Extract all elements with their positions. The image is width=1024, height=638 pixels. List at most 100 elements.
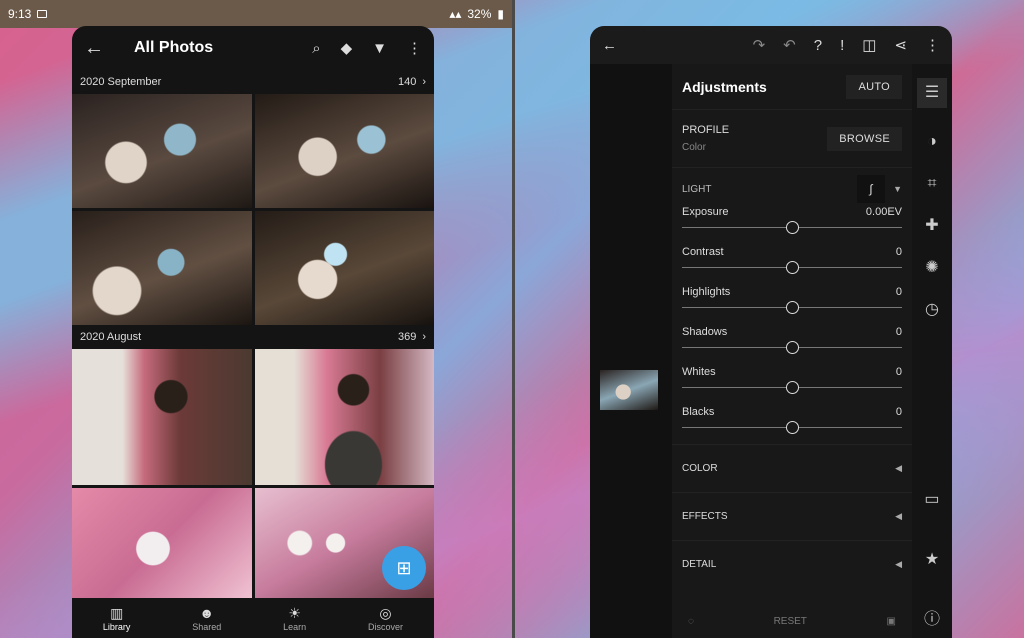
- section-label: COLOR: [682, 463, 718, 474]
- editor-top-bar: ← ↷ ↶ ? ! ◫ ⋖ ⋮: [590, 26, 952, 64]
- nav-learn[interactable]: ☀ Learn: [283, 606, 306, 632]
- history-icon[interactable]: ◷: [925, 302, 939, 318]
- bell-icon[interactable]: ◆: [341, 41, 353, 56]
- auto-button[interactable]: AUTO: [846, 74, 902, 99]
- search-icon[interactable]: ⌕: [312, 41, 320, 56]
- filmstrip: [590, 64, 672, 638]
- section-header-august[interactable]: 2020 August 369 ›: [72, 325, 434, 349]
- slider-label: Whites: [682, 366, 716, 378]
- healing-icon[interactable]: ✚: [925, 218, 938, 234]
- slider-label: Contrast: [682, 246, 724, 258]
- nav-library[interactable]: ▥ Library: [103, 606, 131, 632]
- filmstrip-thumbnail[interactable]: [600, 370, 658, 410]
- slider-knob[interactable]: [786, 221, 799, 234]
- slider-shadows[interactable]: Shadows 0: [682, 324, 902, 364]
- photo-thumbnail[interactable]: [254, 94, 434, 208]
- more-options-icon[interactable]: ⋮: [407, 41, 422, 56]
- section-header-september[interactable]: 2020 September 140 ›: [72, 70, 434, 94]
- tone-curve-button[interactable]: ∫: [857, 175, 886, 203]
- library-panel: ← All Photos ⌕ ◆ ▼ ⋮ 2020 September 140 ›…: [72, 26, 434, 638]
- slider-knob[interactable]: [786, 301, 799, 314]
- status-time: 9:13: [8, 7, 32, 21]
- expand-arrow-icon: ◀: [895, 463, 902, 473]
- section-count: 140: [397, 76, 417, 88]
- more-options-icon[interactable]: ⋮: [925, 38, 940, 53]
- battery-icon: ▮: [497, 7, 504, 21]
- photo-thumbnail[interactable]: [72, 488, 252, 598]
- redo-icon[interactable]: ↷: [753, 38, 766, 53]
- editor-panel: ← ↷ ↶ ? ! ◫ ⋖ ⋮ Adjustments AUTO PROFILE…: [590, 26, 952, 638]
- slider-label: Shadows: [682, 326, 728, 338]
- copy-settings-icon[interactable]: ▣: [887, 616, 896, 627]
- slider-blacks[interactable]: Blacks 0: [682, 404, 902, 444]
- comment-icon[interactable]: ▭: [924, 492, 939, 508]
- slider-value: 0: [895, 246, 902, 258]
- filter-icon[interactable]: ▼: [372, 41, 387, 56]
- dropdown-arrow-icon[interactable]: ▼: [893, 184, 902, 194]
- chevron-right-icon: ›: [422, 76, 426, 88]
- adjust-sliders-icon[interactable]: ☰: [917, 78, 947, 108]
- people-icon: ☻: [199, 605, 215, 621]
- masking-icon[interactable]: ◑: [927, 134, 937, 150]
- lightbulb-icon: ☀: [288, 605, 301, 621]
- slider-label: Exposure: [682, 206, 729, 218]
- slider-exposure[interactable]: Exposure 0.00EV: [682, 204, 902, 244]
- presets-icon[interactable]: ◌: [688, 616, 694, 627]
- browse-button[interactable]: BROWSE: [827, 126, 902, 151]
- photo-thumbnail[interactable]: [72, 349, 252, 485]
- slider-whites[interactable]: Whites 0: [682, 364, 902, 404]
- help-icon[interactable]: ?: [814, 38, 822, 53]
- page-title: All Photos: [134, 39, 214, 56]
- compare-icon[interactable]: ◫: [862, 38, 876, 53]
- slider-knob[interactable]: [786, 381, 799, 394]
- adjustments-footer: ◌ RESET ▣: [672, 604, 912, 638]
- add-photos-button[interactable]: ⊞: [382, 546, 426, 590]
- slider-knob[interactable]: [786, 261, 799, 274]
- alert-icon[interactable]: !: [840, 38, 844, 53]
- add-photo-icon: ⊞: [396, 557, 412, 578]
- info-icon[interactable]: ⓘ: [924, 612, 940, 628]
- detail-section[interactable]: DETAIL ◀: [672, 540, 912, 588]
- section-label: EFFECTS: [682, 511, 728, 522]
- nav-discover[interactable]: ◎ Discover: [368, 606, 403, 632]
- slider-highlights[interactable]: Highlights 0: [682, 284, 902, 324]
- photo-thumbnail[interactable]: ⊞: [254, 488, 434, 598]
- photo-thumbnail[interactable]: [254, 349, 434, 485]
- back-arrow-icon[interactable]: ←: [602, 38, 617, 53]
- presets-icon[interactable]: ✺: [925, 260, 938, 276]
- star-icon[interactable]: ★: [925, 552, 939, 568]
- slider-value: 0.00EV: [865, 206, 902, 218]
- slider-knob[interactable]: [786, 341, 799, 354]
- expand-arrow-icon: ◀: [895, 559, 902, 569]
- split-divider[interactable]: [512, 0, 515, 638]
- light-section: LIGHT ∫ ▼ Exposure 0.00EV Contrast 0 Highlig…: [672, 168, 912, 444]
- color-section[interactable]: COLOR ◀: [672, 444, 912, 492]
- back-arrow-icon[interactable]: ←: [84, 38, 114, 58]
- share-icon[interactable]: ⋖: [894, 38, 907, 53]
- undo-icon[interactable]: ↶: [783, 38, 796, 53]
- photo-thumbnail[interactable]: [72, 211, 252, 325]
- slider-value: 0: [895, 406, 902, 418]
- slider-knob[interactable]: [786, 421, 799, 434]
- nav-label: Discover: [368, 622, 404, 632]
- adjustments-panel: Adjustments AUTO PROFILE Color BROWSE LI…: [672, 64, 912, 638]
- photo-grid-september: [72, 94, 434, 325]
- nav-label: Library: [102, 622, 131, 632]
- crop-icon[interactable]: ⌗: [927, 176, 936, 192]
- gallery-notification-icon: [37, 10, 48, 18]
- photo-thumbnail[interactable]: [254, 211, 434, 325]
- section-label: 2020 August: [80, 331, 142, 343]
- profile-row: PROFILE Color BROWSE: [672, 110, 912, 168]
- photo-thumbnail[interactable]: [72, 94, 252, 208]
- status-battery: 32%: [467, 7, 492, 21]
- light-label: LIGHT: [682, 183, 712, 195]
- effects-section[interactable]: EFFECTS ◀: [672, 492, 912, 540]
- slider-contrast[interactable]: Contrast 0: [682, 244, 902, 284]
- nav-shared[interactable]: ☻ Shared: [192, 606, 221, 632]
- slider-label: Blacks: [682, 406, 715, 418]
- bottom-navigation: ▥ Library ☻ Shared ☀ Learn ◎ Discover: [72, 600, 434, 638]
- section-label: DETAIL: [682, 559, 717, 570]
- reset-button[interactable]: RESET: [774, 616, 807, 627]
- slider-label: Highlights: [682, 286, 731, 298]
- nav-label: Shared: [192, 622, 222, 632]
